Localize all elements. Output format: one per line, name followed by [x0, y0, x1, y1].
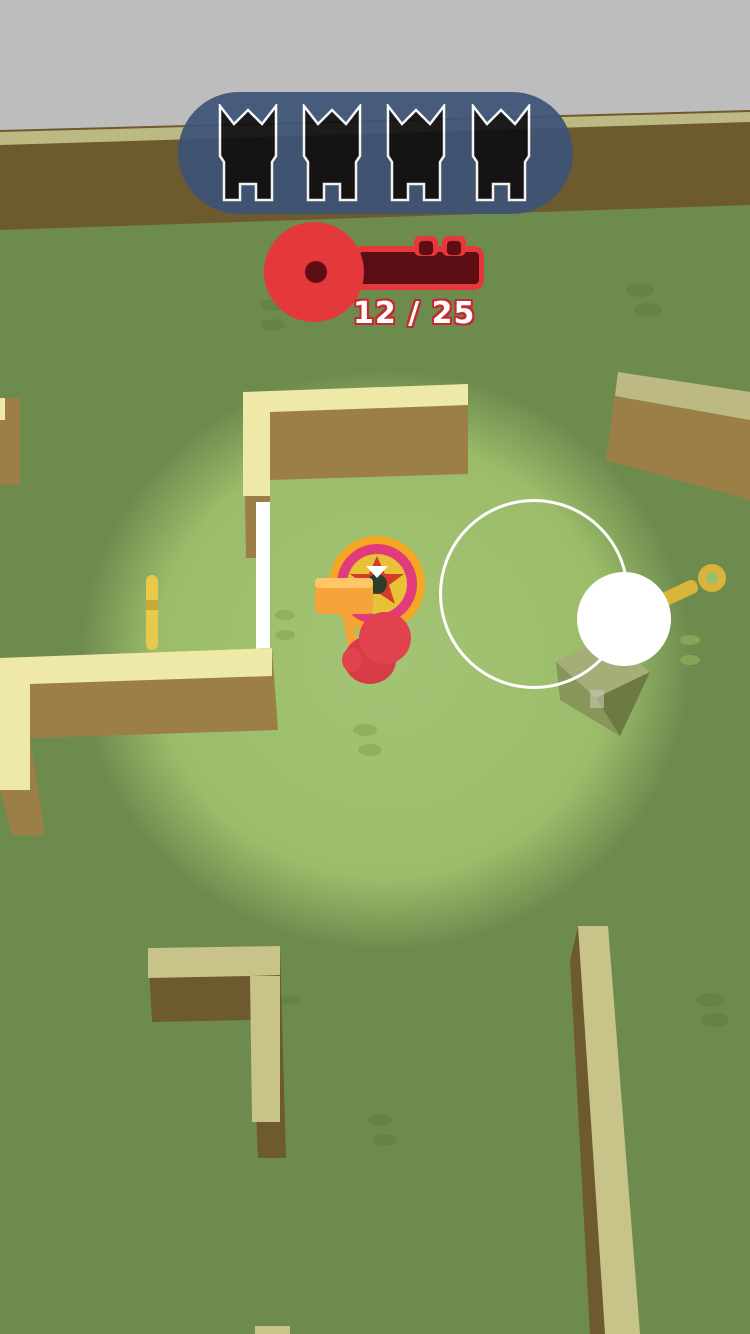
joystick-knob[interactable] — [577, 572, 671, 666]
enemies-remaining-panel — [178, 92, 573, 214]
enemy-silhouette-icon — [218, 104, 278, 202]
key-pickup — [146, 575, 158, 650]
enemy-silhouette-icon — [386, 104, 446, 202]
key-counter-text: 12 / 25 — [353, 296, 476, 331]
enemy-silhouette-icon — [302, 104, 362, 202]
enemy-silhouette-icon — [471, 104, 531, 202]
